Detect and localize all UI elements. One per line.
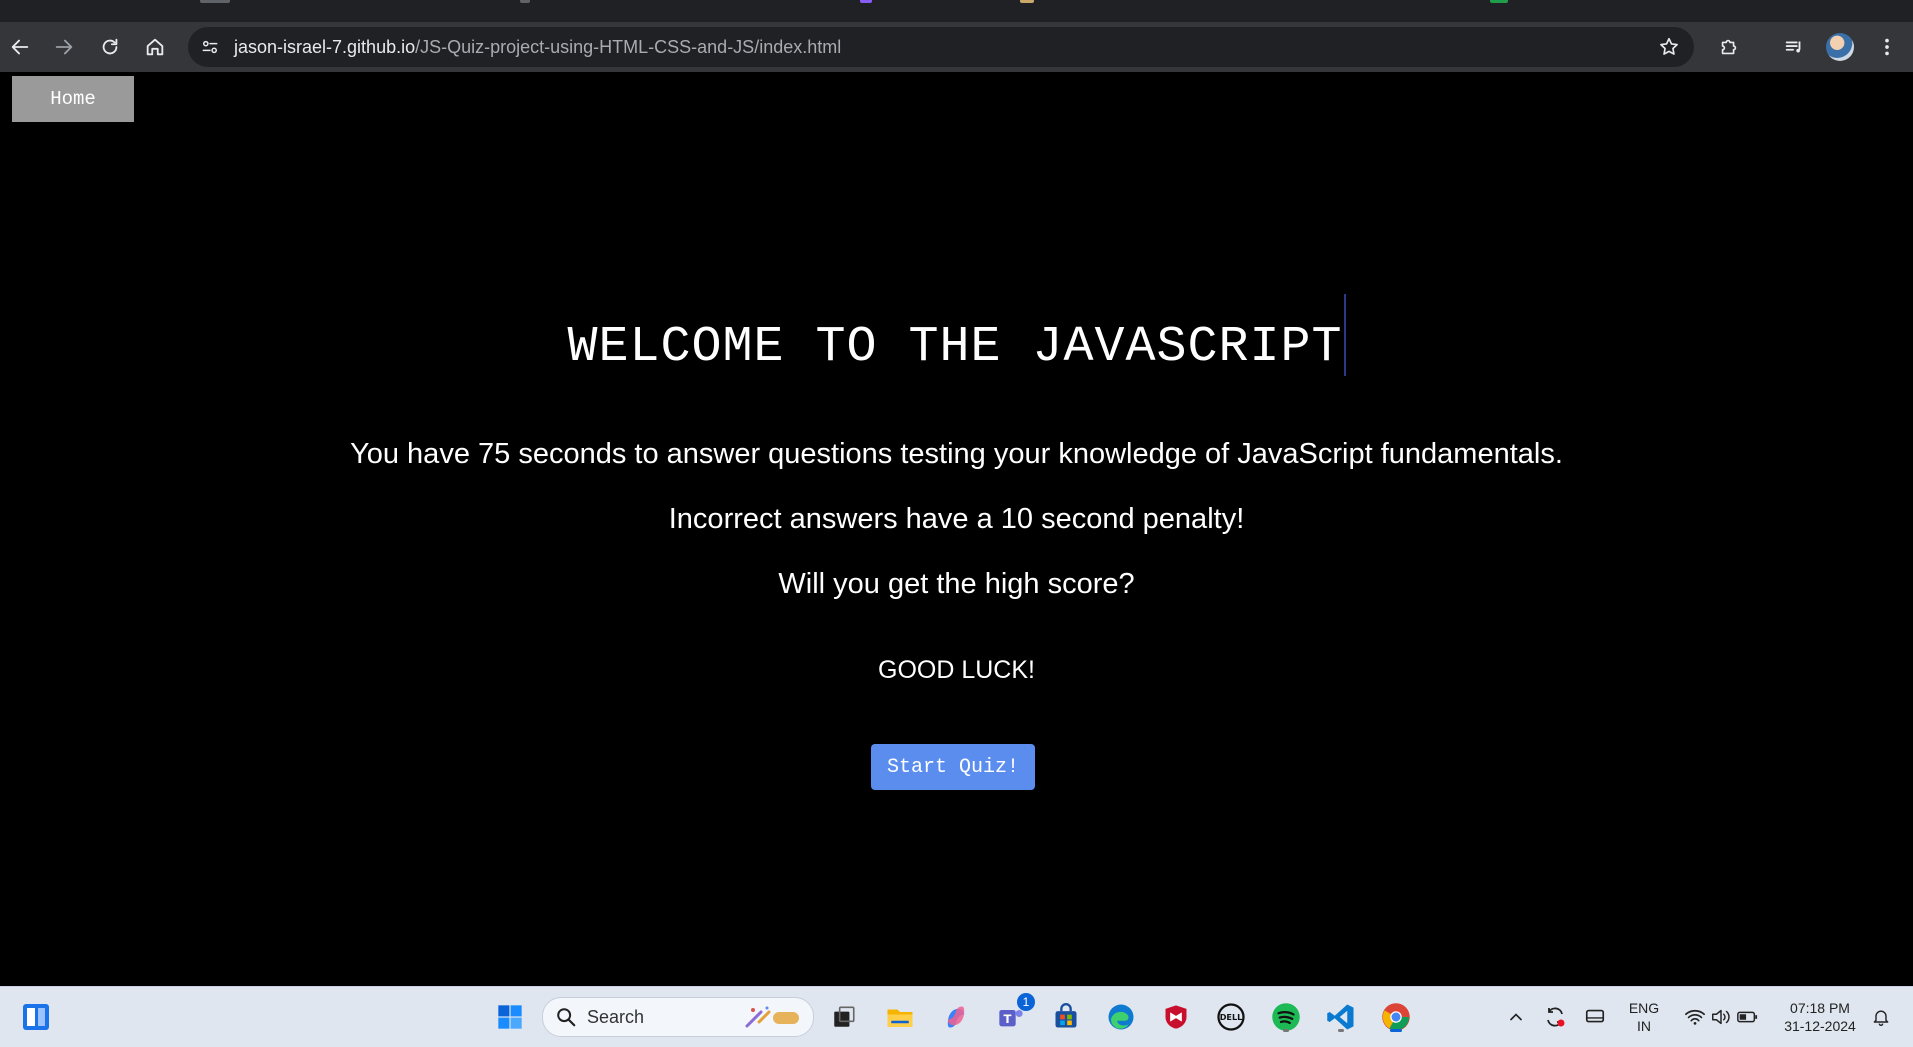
clock[interactable]: 07:18 PM 31-12-2024 [1770, 999, 1870, 1035]
language-code: ENG [1628, 1000, 1660, 1016]
taskbar-mcafee[interactable] [1158, 999, 1194, 1035]
taskbar-task-view[interactable] [826, 999, 862, 1035]
forward-button[interactable] [46, 29, 82, 65]
puzzle-icon [1721, 39, 1737, 55]
url-host: jason-israel-7.github.io [234, 37, 416, 57]
wifi-icon [1685, 1009, 1705, 1025]
tab-fragment[interactable] [1490, 0, 1508, 3]
running-indicator [1283, 1029, 1289, 1032]
store-icon [1055, 1003, 1077, 1028]
windows-taskbar: Search T 1 DELL ENG IN 07:18 PM 31-12-20… [0, 986, 1913, 1047]
chrome-icon [1382, 1003, 1410, 1031]
welcome-heading: WELCOME TO THE JAVASCRIPT [0, 294, 1913, 376]
chevron-up-icon [1510, 1013, 1522, 1021]
taskbar-chrome[interactable] [1378, 999, 1414, 1035]
windows-logo-icon [498, 1005, 522, 1029]
mcafee-shield-icon [1165, 1005, 1187, 1029]
tab-fragment[interactable] [860, 0, 872, 3]
high-score-line: Will you get the high score? [778, 568, 1135, 600]
arrow-right-icon [55, 39, 73, 55]
copilot-icon [947, 1006, 965, 1028]
widgets-button[interactable] [16, 997, 56, 1037]
browser-toolbar: jason-israel-7.github.io/JS-Quiz-project… [0, 22, 1913, 72]
tab-fragment[interactable] [520, 0, 530, 3]
running-indicator [1338, 1029, 1344, 1032]
tray-display[interactable] [1577, 999, 1613, 1035]
taskbar-teams[interactable]: T 1 [993, 993, 1035, 1035]
clock-time: 07:18 PM [1790, 1000, 1850, 1016]
volume-icon [1712, 1009, 1730, 1025]
taskbar-file-explorer[interactable] [882, 999, 918, 1035]
media-control-button[interactable] [1776, 29, 1812, 65]
reload-button[interactable] [92, 29, 128, 65]
taskbar-copilot[interactable] [938, 999, 974, 1035]
edge-icon [1108, 1004, 1134, 1030]
bell-icon [1873, 1010, 1889, 1026]
quick-settings-button[interactable] [1676, 999, 1766, 1035]
penalty-line: Incorrect answers have a 10 second penal… [668, 503, 1245, 535]
home-button[interactable]: Home [12, 76, 134, 122]
language-indicator[interactable]: ENG IN [1622, 999, 1666, 1035]
home-page-button[interactable] [137, 29, 173, 65]
quiz-page: Home WELCOME TO THE JAVASCRIPT You have … [0, 72, 1913, 986]
battery-icon [1737, 1011, 1758, 1023]
new-year-highlight-icon [745, 1006, 799, 1028]
taskbar-spotify[interactable] [1268, 999, 1304, 1035]
reload-icon [102, 38, 118, 55]
tab-fragment[interactable] [1020, 0, 1034, 3]
playlist-icon [1785, 41, 1801, 53]
taskbar-vscode[interactable] [1323, 999, 1359, 1035]
intro-line: You have 75 seconds to answer questions … [350, 438, 1563, 470]
taskbar-dell[interactable]: DELL [1213, 999, 1249, 1035]
notifications-button[interactable] [1866, 999, 1896, 1035]
spotify-icon [1272, 1003, 1300, 1031]
start-button[interactable] [492, 999, 528, 1035]
tab-fragment[interactable] [200, 0, 230, 3]
sync-icon [1547, 1007, 1565, 1027]
tray-sync[interactable] [1537, 999, 1573, 1035]
welcome-title: WELCOME TO THE JAVASCRIPT [567, 319, 1343, 376]
taskbar-store[interactable] [1048, 999, 1084, 1035]
taskbar-search[interactable]: Search [542, 997, 814, 1037]
svg-text:T: T [1004, 1012, 1012, 1026]
folder-icon [887, 1009, 913, 1027]
good-luck-text: GOOD LUCK! [878, 656, 1035, 684]
more-vertical-icon [1885, 38, 1889, 56]
extensions-button[interactable] [1711, 29, 1747, 65]
browser-menu-button[interactable] [1869, 29, 1905, 65]
house-icon [146, 38, 164, 56]
back-button[interactable] [2, 29, 38, 65]
site-info-icon[interactable] [198, 35, 222, 59]
url-text[interactable]: jason-israel-7.github.io/JS-Quiz-project… [234, 27, 841, 67]
arrow-left-icon [11, 39, 29, 55]
bookmark-star-icon[interactable] [1656, 34, 1682, 60]
task-view-icon [834, 1006, 855, 1027]
typing-cursor [1343, 294, 1346, 376]
search-icon [557, 1008, 576, 1027]
address-bar[interactable]: jason-israel-7.github.io/JS-Quiz-project… [188, 27, 1694, 67]
vscode-icon [1327, 1004, 1354, 1030]
region-code: IN [1637, 1018, 1651, 1034]
taskbar-edge[interactable] [1103, 999, 1139, 1035]
profile-avatar[interactable] [1826, 33, 1854, 61]
display-icon [1585, 1009, 1605, 1023]
teams-notification-badge: 1 [1017, 993, 1035, 1011]
widgets-icon [23, 1004, 49, 1030]
show-hidden-icons-button[interactable] [1498, 999, 1534, 1035]
start-quiz-button[interactable]: Start Quiz! [871, 744, 1035, 790]
browser-tab-strip [0, 0, 1913, 22]
url-path: /JS-Quiz-project-using-HTML-CSS-and-JS/i… [415, 37, 842, 57]
clock-date: 31-12-2024 [1784, 1018, 1856, 1034]
svg-text:DELL: DELL [1220, 1012, 1243, 1022]
search-placeholder: Search [587, 1007, 645, 1027]
dell-logo-icon: DELL [1217, 1003, 1245, 1031]
active-indicator [1390, 1029, 1402, 1032]
